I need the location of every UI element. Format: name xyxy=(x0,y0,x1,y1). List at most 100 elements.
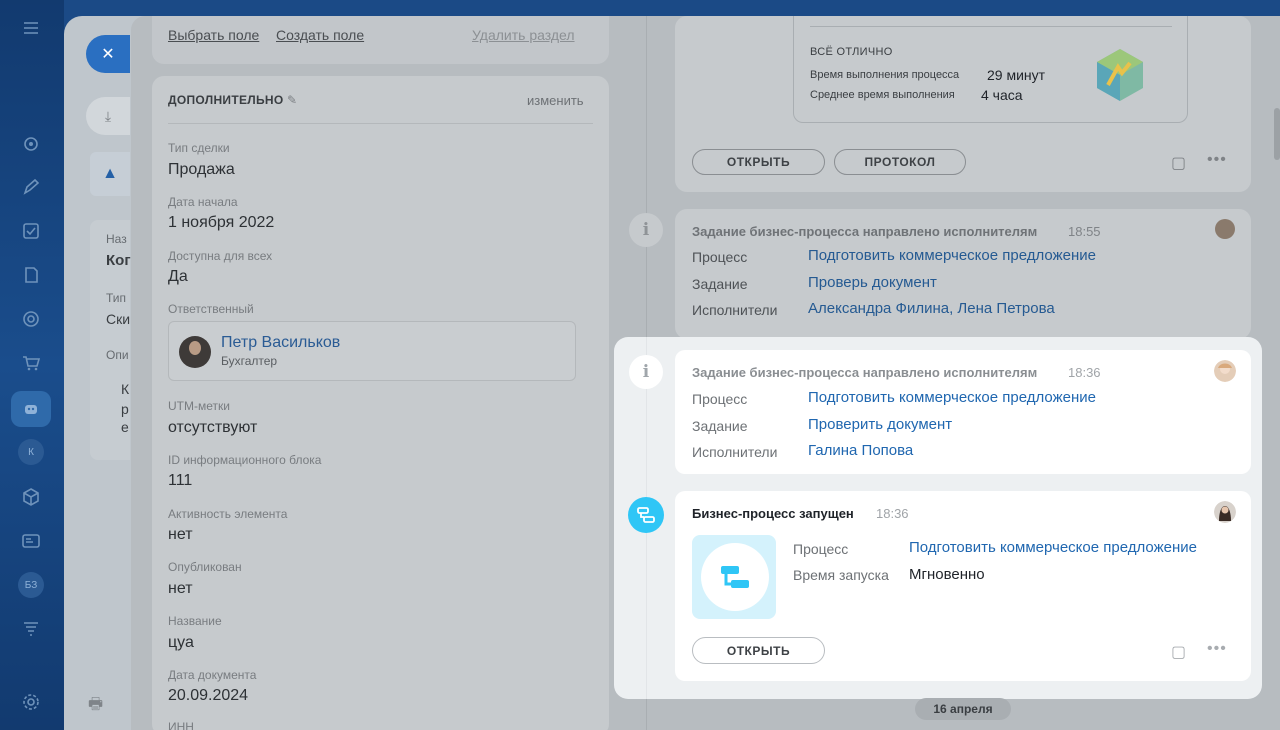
executors-label: Исполнители xyxy=(692,302,778,318)
responsible-role: Бухгалтер xyxy=(221,354,278,368)
minimize-button[interactable]: ⤓ xyxy=(86,97,130,135)
field-value-utm: отсутствуют xyxy=(168,419,258,436)
timeline-item-title: Задание бизнес-процесса направлено испол… xyxy=(692,365,1038,380)
avatar-k-badge[interactable]: К xyxy=(18,439,44,465)
settings-gear-icon[interactable] xyxy=(17,688,45,716)
field-label-inn: ИНН xyxy=(168,720,194,730)
timeline-item-time: 18:36 xyxy=(876,506,909,521)
create-field-link[interactable]: Создать поле xyxy=(276,27,364,43)
box-icon[interactable] xyxy=(17,483,45,511)
avatar[interactable] xyxy=(1214,360,1236,382)
executors-link[interactable]: Галина Попова xyxy=(808,442,913,459)
field-value-doc-date: 20.09.2024 xyxy=(168,687,249,704)
field-value-iblock-id: 111 xyxy=(168,472,193,489)
pen-icon[interactable] xyxy=(17,173,45,201)
avg-time-value: 4 часа xyxy=(981,87,1023,103)
close-icon: ✕ xyxy=(101,46,115,63)
scrollbar[interactable] xyxy=(1274,108,1280,160)
process-status: ВСЁ ОТЛИЧНО xyxy=(810,46,893,58)
task-check-icon[interactable] xyxy=(17,217,45,245)
field-label-deal-type: Тип сделки xyxy=(168,141,230,155)
info-icon: i xyxy=(629,213,663,247)
info-icon: i xyxy=(629,355,663,389)
timeline-item-title: Задание бизнес-процесса направлено испол… xyxy=(692,224,1038,239)
avatar[interactable] xyxy=(1214,501,1236,523)
print-icon[interactable]: 🖶 xyxy=(88,693,103,720)
robot-settings-icon[interactable] xyxy=(17,130,45,158)
field-label-published: Опубликован xyxy=(168,560,242,574)
avatar[interactable] xyxy=(1215,219,1235,239)
timeline-item-time: 18:36 xyxy=(1068,365,1101,380)
process-link[interactable]: Подготовить коммерческое предложение xyxy=(808,247,1096,264)
process-label: Процесс xyxy=(692,249,748,265)
mid-value-1: Ког xyxy=(106,252,131,269)
robot-icon[interactable] xyxy=(17,395,45,423)
filter-stack-icon[interactable] xyxy=(17,615,45,643)
executors-link[interactable]: Александра Филина, Лена Петрова xyxy=(808,300,1055,317)
delete-section-link[interactable]: Удалить раздел xyxy=(472,27,575,43)
process-label: Процесс xyxy=(793,541,849,557)
mid-label-2: Тип xyxy=(106,291,127,305)
process-link[interactable]: Подготовить коммерческое предложение xyxy=(909,539,1197,556)
field-value-name: цуа xyxy=(168,634,194,651)
timeline-item-time: 18:55 xyxy=(1068,224,1101,239)
field-label-utm: UTM-метки xyxy=(168,399,230,413)
responsible-name[interactable]: Петр Васильков xyxy=(221,334,340,352)
target-icon[interactable] xyxy=(17,305,45,333)
close-slider-button[interactable]: ✕ xyxy=(86,35,130,73)
protocol-button[interactable]: ПРОТОКОЛ xyxy=(834,149,966,175)
field-label-iblock-id: ID информационного блока xyxy=(168,453,322,467)
edit-title-pencil-icon[interactable]: ✎ xyxy=(287,93,297,107)
business-process-icon xyxy=(628,497,664,533)
process-label: Процесс xyxy=(692,391,748,407)
field-label-start-date: Дата начала xyxy=(168,195,238,209)
field-label-available-all: Доступна для всех xyxy=(168,249,273,263)
timeline-item-title: Бизнес-процесс запущен xyxy=(692,506,854,521)
field-value-published: нет xyxy=(168,580,193,597)
field-label-responsible: Ответственный xyxy=(168,302,254,316)
menu-icon[interactable] xyxy=(17,14,45,42)
mid-label-1: Наз xyxy=(106,232,127,246)
task-label: Задание xyxy=(692,276,748,292)
open-button[interactable]: ОТКРЫТЬ xyxy=(692,637,825,664)
date-separator: 16 апреля xyxy=(915,698,1011,720)
contact-card-icon[interactable] xyxy=(17,527,45,555)
knowledge-base-badge[interactable]: БЗ xyxy=(18,572,44,598)
mid-value-2: Ски xyxy=(106,311,131,327)
more-dots-icon[interactable]: ••• xyxy=(1207,151,1227,169)
divider xyxy=(810,26,1172,27)
left-sidebar: К БЗ xyxy=(0,0,64,730)
mid-label-3: Опи xyxy=(106,348,129,362)
choose-field-link[interactable]: Выбрать поле xyxy=(168,27,259,43)
mid-text-3: е xyxy=(121,419,129,435)
document-edit-icon[interactable] xyxy=(17,261,45,289)
more-dots-icon[interactable]: ••• xyxy=(1207,640,1227,658)
task-link[interactable]: Проверить документ xyxy=(808,416,952,433)
change-section-link[interactable]: изменить xyxy=(527,93,584,108)
cart-icon[interactable] xyxy=(17,349,45,377)
launch-time-label: Время запуска xyxy=(793,567,889,583)
field-label-doc-date: Дата документа xyxy=(168,668,257,682)
note-icon[interactable]: ▢ xyxy=(1171,153,1186,173)
field-value-deal-type: Продажа xyxy=(168,161,235,178)
note-icon[interactable]: ▢ xyxy=(1171,642,1186,662)
field-value-start-date: 1 ноября 2022 xyxy=(168,214,275,231)
executors-label: Исполнители xyxy=(692,444,778,460)
warning-icon: ▲ xyxy=(90,152,130,196)
task-link[interactable]: Проверь документ xyxy=(808,274,937,291)
business-process-large-icon xyxy=(701,543,769,611)
download-icon: ⤓ xyxy=(104,107,112,124)
field-value-activity: нет xyxy=(168,526,193,543)
field-label-activity: Активность элемента xyxy=(168,507,288,521)
divider xyxy=(168,123,593,124)
exec-time-value: 29 минут xyxy=(987,67,1046,83)
open-process-button[interactable]: ОТКРЫТЬ xyxy=(692,149,825,175)
field-label-name: Название xyxy=(168,614,222,628)
field-value-available-all: Да xyxy=(168,268,188,285)
process-link[interactable]: Подготовить коммерческое предложение xyxy=(808,389,1096,406)
mid-text-1: К xyxy=(121,381,130,397)
avatar[interactable] xyxy=(179,336,211,368)
exec-time-label: Время выполнения процесса xyxy=(810,69,960,81)
section-title: ДОПОЛНИТЕЛЬНО xyxy=(168,93,284,107)
mid-text-2: р xyxy=(121,401,129,417)
